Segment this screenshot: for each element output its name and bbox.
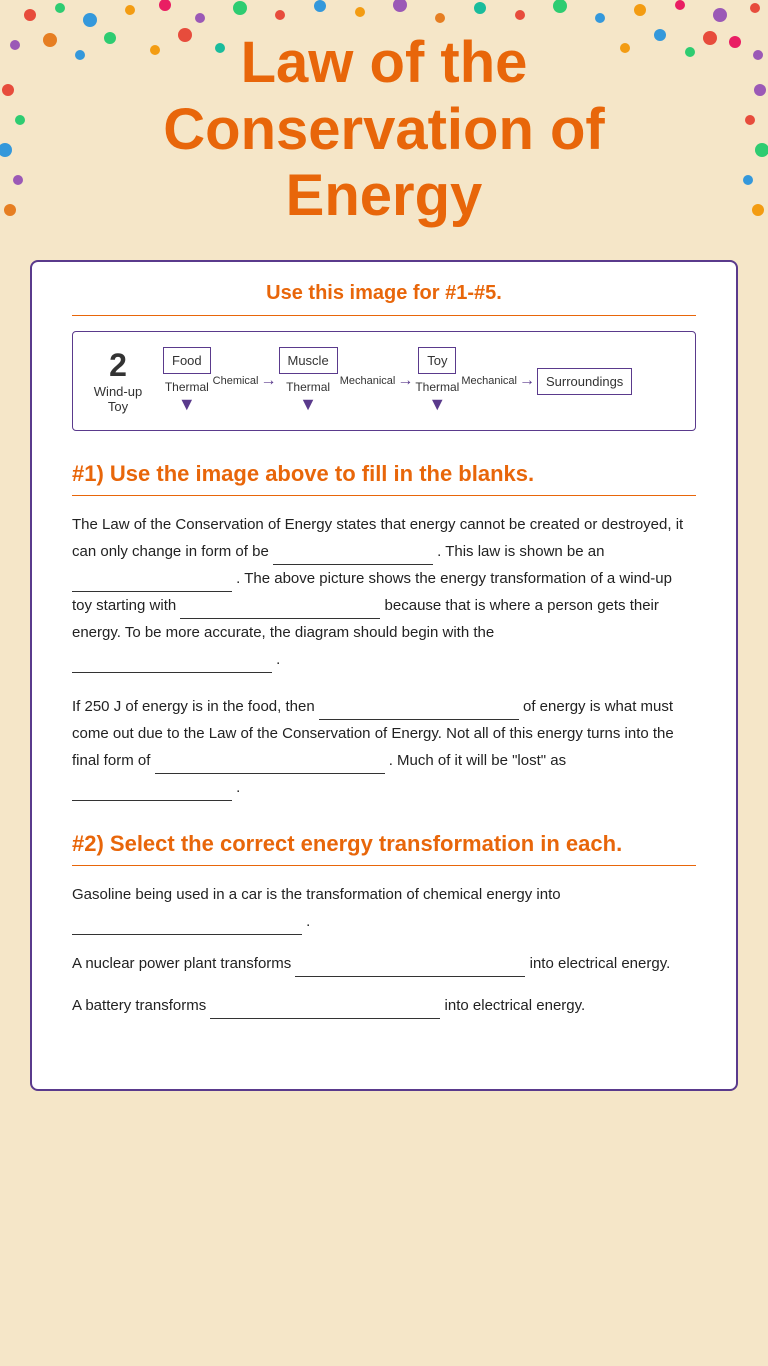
mechanical-label-1: Mechanical — [340, 375, 396, 387]
flow-row-main: Food Thermal ▼ Chemical → Muscle Thermal — [163, 347, 632, 415]
divider-top — [72, 315, 696, 316]
food-thermal-label: Thermal — [165, 380, 209, 394]
toy-thermal-group: Thermal ▼ — [415, 380, 459, 415]
q2-paragraph-3: A battery transforms into electrical ene… — [72, 992, 696, 1019]
header: Law of the Conservation of Energy — [0, 0, 768, 250]
food-box: Food — [163, 347, 211, 374]
content-box: Use this image for #1-#5. 2 Wind-upToy F… — [30, 260, 738, 1091]
muscle-col: Muscle Thermal ▼ — [279, 347, 338, 415]
muscle-thermal-arrow: ▼ — [299, 394, 317, 415]
toy-thermal-label: Thermal — [415, 380, 459, 394]
energy-diagram: 2 Wind-upToy Food Thermal ▼ Chemical → — [72, 331, 696, 431]
chemical-label: Chemical — [213, 375, 259, 387]
question-2-section: #2) Select the correct energy transforma… — [72, 831, 696, 1019]
page-title: Law of the Conservation of Energy — [60, 30, 708, 230]
blank-2[interactable] — [72, 574, 232, 592]
q1-paragraph-1: The Law of the Conservation of Energy st… — [72, 511, 696, 673]
blank-4[interactable] — [72, 655, 272, 673]
blank-9[interactable] — [295, 959, 525, 977]
q1-paragraph-2: If 250 J of energy is in the food, then … — [72, 693, 696, 801]
question-1-section: #1) Use the image above to fill in the b… — [72, 461, 696, 801]
question-1-title: #1) Use the image above to fill in the b… — [72, 461, 696, 487]
arrow-mechanical-1: Mechanical → — [338, 372, 416, 390]
diagram-instruction: Use this image for #1-#5. — [72, 282, 696, 305]
q2-paragraph-1: Gasoline being used in a car is the tran… — [72, 881, 696, 935]
surroundings-col: Surroundings — [537, 368, 632, 395]
food-thermal-arrow: ▼ — [178, 394, 196, 415]
chemical-arrow-symbol: → — [261, 372, 277, 390]
diagram-flow: Food Thermal ▼ Chemical → Muscle Thermal — [163, 347, 685, 415]
muscle-thermal-label: Thermal — [286, 380, 330, 394]
toy-col: Toy Thermal ▼ — [415, 347, 459, 415]
blank-10[interactable] — [210, 1001, 440, 1019]
question-2-title: #2) Select the correct energy transforma… — [72, 831, 696, 857]
mechanical-label-2: Mechanical — [461, 375, 517, 387]
q2-paragraph-2: A nuclear power plant transforms into el… — [72, 950, 696, 977]
arrow-chemical: Chemical → — [211, 372, 279, 390]
muscle-thermal-group: Thermal ▼ — [286, 380, 330, 415]
blank-3[interactable] — [180, 601, 380, 619]
toy-thermal-arrow: ▼ — [428, 394, 446, 415]
blank-7[interactable] — [72, 783, 232, 801]
toy-box: Toy — [418, 347, 456, 374]
diagram-number: 2 — [109, 347, 127, 384]
mechanical-arrow-symbol-1: → — [397, 372, 413, 390]
mechanical-arrow-symbol-2: → — [519, 372, 535, 390]
q2-divider — [72, 865, 696, 866]
food-col: Food Thermal ▼ — [163, 347, 211, 415]
blank-1[interactable] — [273, 547, 433, 565]
q1-divider — [72, 495, 696, 496]
blank-6[interactable] — [155, 756, 385, 774]
diagram-wind-up-label: Wind-upToy — [94, 384, 142, 414]
muscle-box: Muscle — [279, 347, 338, 374]
blank-5[interactable] — [319, 702, 519, 720]
arrow-mechanical-2: Mechanical → — [459, 372, 537, 390]
diagram-label: 2 Wind-upToy — [83, 347, 163, 414]
surroundings-box: Surroundings — [537, 368, 632, 395]
food-thermal-group: Thermal ▼ — [165, 380, 209, 415]
blank-8[interactable] — [72, 917, 302, 935]
